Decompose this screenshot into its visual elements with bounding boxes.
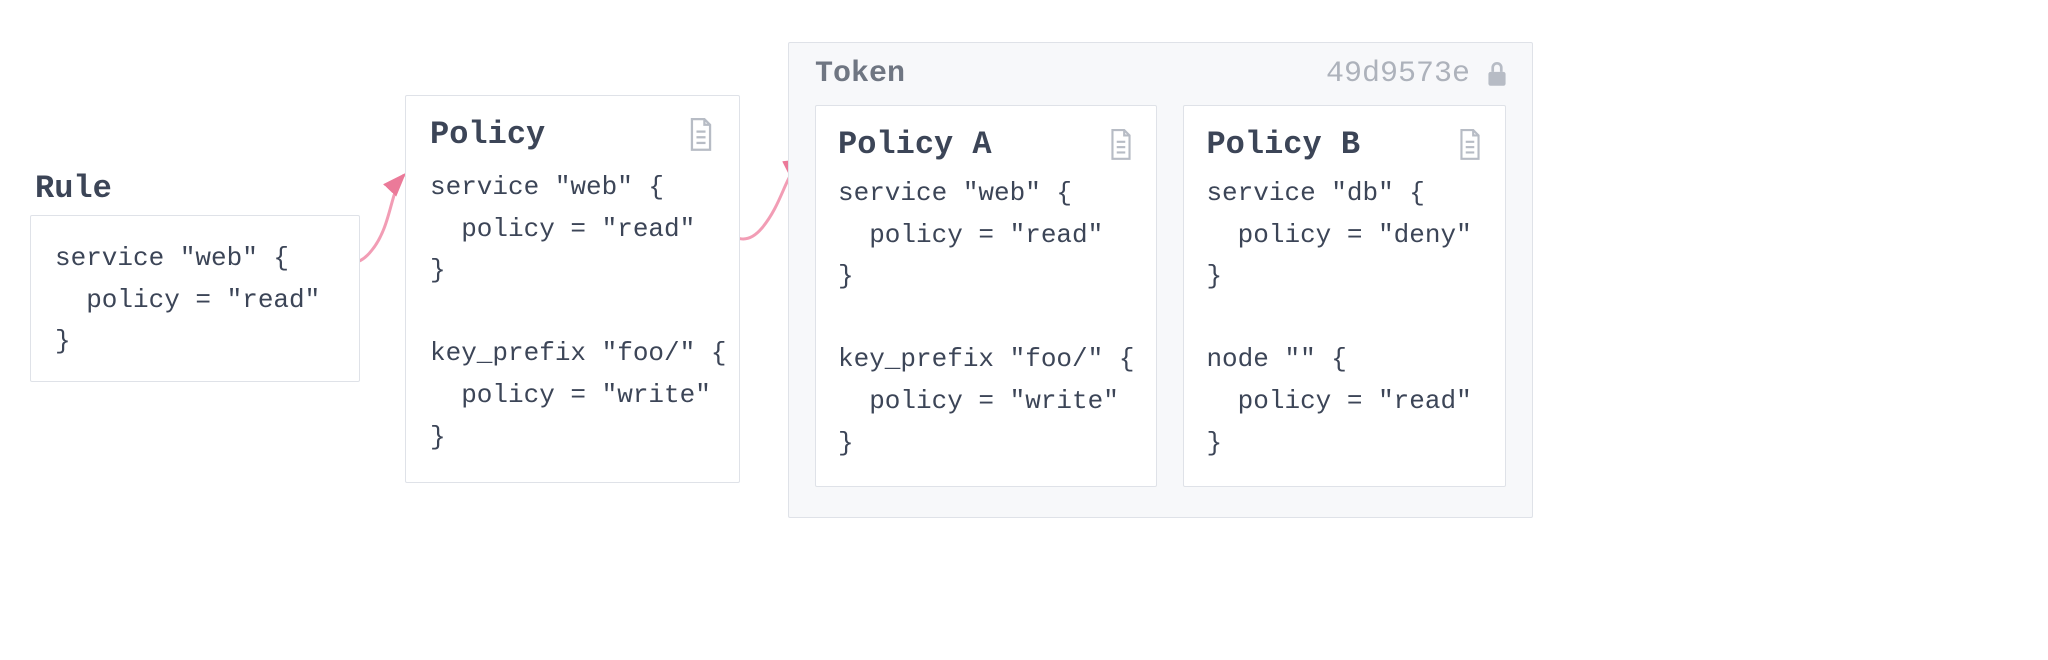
token-title: Token (815, 57, 905, 91)
policy-card: Policy service "web" { policy = "read" }… (405, 95, 740, 483)
token-policy-b-title: Policy B (1206, 126, 1360, 163)
token-policy-a-title: Policy A (838, 126, 992, 163)
token-policy-a-code: service "web" { policy = "read" } key_pr… (816, 173, 1156, 486)
policy-card-header: Policy (406, 96, 739, 167)
token-header: Token 49d9573e (789, 43, 1532, 105)
token-policy-b-code: service "db" { policy = "deny" } node ""… (1184, 173, 1505, 486)
token-id-wrap: 49d9573e (1326, 57, 1510, 91)
policy-code: service "web" { policy = "read" } key_pr… (406, 167, 739, 482)
policy-card-title: Policy (430, 116, 545, 153)
rule-card: service "web" { policy = "read" } (30, 215, 360, 382)
token-card: Token 49d9573e Policy A (788, 42, 1533, 518)
token-policy-b-header: Policy B (1184, 106, 1505, 173)
token-id: 49d9573e (1326, 57, 1470, 91)
file-text-icon (1108, 129, 1134, 161)
token-policy-card-b: Policy B service "db" { policy = "deny" … (1183, 105, 1506, 487)
file-text-icon (687, 118, 715, 152)
token-body: Policy A service "web" { policy = "read"… (789, 105, 1532, 487)
rule-code: service "web" { policy = "read" } (55, 238, 335, 363)
rule-title: Rule (35, 170, 112, 207)
file-text-icon (1457, 129, 1483, 161)
lock-icon (1484, 59, 1510, 89)
diagram-canvas: Rule service "web" { policy = "read" } P… (0, 0, 2048, 660)
token-policy-card-a: Policy A service "web" { policy = "read"… (815, 105, 1157, 487)
token-policy-a-header: Policy A (816, 106, 1156, 173)
